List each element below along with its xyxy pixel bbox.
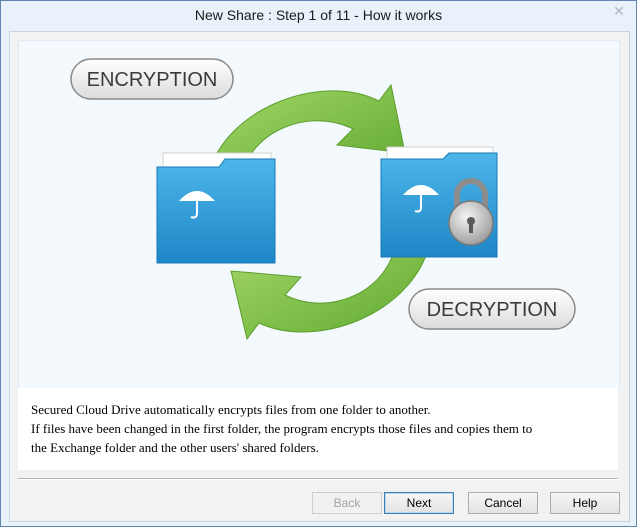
description-panel: Secured Cloud Drive automatically encryp… <box>18 388 618 470</box>
help-button[interactable]: Help <box>550 492 620 514</box>
next-button[interactable]: Next <box>384 492 454 514</box>
description-line-2: If files have been changed in the first … <box>31 421 533 436</box>
how-it-works-illustration: ENCRYPTION DECRYPTION <box>18 40 620 390</box>
illustration-canvas: ENCRYPTION DECRYPTION <box>70 58 576 341</box>
close-button[interactable]: ✕ <box>604 1 634 21</box>
back-button[interactable]: Back <box>312 492 382 514</box>
source-folder-icon <box>156 152 276 264</box>
encryption-label: ENCRYPTION <box>87 69 218 91</box>
decryption-label-pill: DECRYPTION <box>408 288 576 330</box>
encryption-label-pill: ENCRYPTION <box>70 58 234 100</box>
cancel-button[interactable]: Cancel <box>468 492 538 514</box>
wizard-window: New Share : Step 1 of 11 - How it works … <box>0 0 637 527</box>
wizard-client-area: ENCRYPTION DECRYPTION Secured Cloud Driv… <box>9 31 630 522</box>
title-bar[interactable]: New Share : Step 1 of 11 - How it works … <box>1 1 636 31</box>
description-line-1: Secured Cloud Drive automatically encryp… <box>31 402 431 417</box>
description-line-3: the Exchange folder and the other users'… <box>31 440 319 455</box>
footer-separator <box>18 478 618 480</box>
window-title: New Share : Step 1 of 11 - How it works <box>194 7 443 23</box>
decryption-label: DECRYPTION <box>427 299 558 321</box>
